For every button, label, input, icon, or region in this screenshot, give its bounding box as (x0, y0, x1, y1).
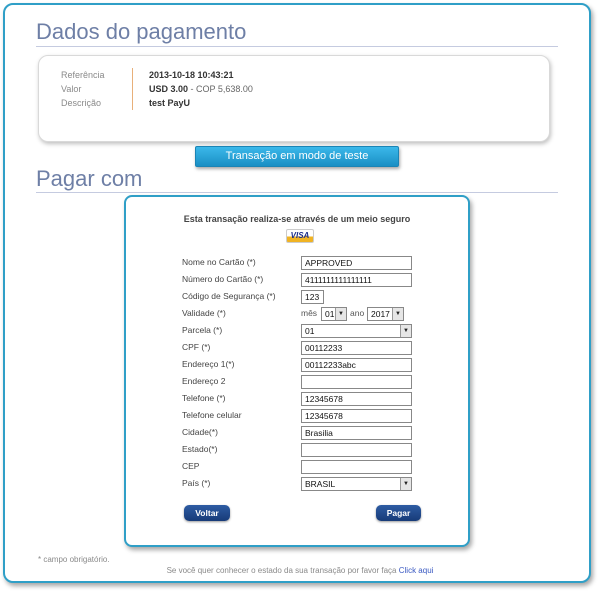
row-card-name: Nome no Cartão (*) APPROVED (182, 256, 422, 271)
address1-input[interactable]: 00112233abc (301, 358, 412, 372)
payment-details-title: Dados do pagamento (36, 19, 247, 44)
required-footnote: * campo obrigatório. (38, 555, 110, 564)
row-security-code: Código de Segurança (*) 123 (182, 290, 422, 305)
security-code-input[interactable]: 123 (301, 290, 324, 304)
zip-label: CEP (182, 461, 200, 471)
amount-value: USD 3.00 (149, 84, 189, 94)
row-cpf: CPF (*) 00112233 (182, 341, 422, 356)
address1-label: Endereço 1(*) (182, 359, 235, 369)
state-label: Estado(*) (182, 444, 218, 454)
installments-select[interactable]: 01 ▼ (301, 324, 412, 338)
visa-icon[interactable]: VISA (286, 229, 314, 243)
row-installments: Parcela (*) 01 ▼ (182, 324, 422, 339)
card-name-label: Nome no Cartão (*) (182, 257, 256, 267)
status-note-text: Se você quer conhecer o estado da sua tr… (166, 566, 399, 575)
state-input[interactable] (301, 443, 412, 457)
pay-with-rule (36, 192, 558, 193)
row-address1: Endereço 1(*) 00112233abc (182, 358, 422, 373)
card-name-input[interactable]: APPROVED (301, 256, 412, 270)
transaction-status-note: Se você quer conhecer o estado da sua tr… (0, 566, 600, 575)
reference-value: 2013-10-18 10:43:21 (149, 70, 234, 80)
expiry-label: Validade (*) (182, 308, 226, 318)
row-address2: Endereço 2 (182, 375, 422, 390)
pay-with-title: Pagar com (36, 166, 143, 191)
payment-form-card: Esta transação realiza-se através de um … (124, 195, 470, 547)
phone-label: Telefone (*) (182, 393, 226, 403)
label-reference: Referência (61, 70, 105, 80)
secure-note: Esta transação realiza-se através de um … (183, 214, 411, 224)
description-value: test PayU (149, 98, 191, 108)
chevron-down-icon: ▼ (392, 308, 403, 320)
cpf-label: CPF (*) (182, 342, 211, 352)
expiry-month-select[interactable]: 01 ▼ (321, 307, 347, 321)
chevron-down-icon: ▼ (400, 478, 411, 490)
amount-converted: - COP 5,638.00 (188, 84, 253, 94)
country-label: País (*) (182, 478, 211, 488)
chevron-down-icon: ▼ (335, 308, 346, 320)
mobile-label: Telefone celular (182, 410, 242, 420)
summary-divider (132, 68, 133, 110)
address2-label: Endereço 2 (182, 376, 226, 386)
row-state: Estado(*) (182, 443, 422, 458)
expiry-month-value: 01 (325, 309, 335, 319)
row-phone: Telefone (*) 12345678 (182, 392, 422, 407)
summary-labels: Referência Valor Descrição (61, 68, 131, 110)
phone-input[interactable]: 12345678 (301, 392, 412, 406)
country-select[interactable]: BRASIL ▼ (301, 477, 412, 491)
card-number-label: Número do Cartão (*) (182, 274, 264, 284)
card-number-input[interactable]: 4111111111111111 (301, 273, 412, 287)
pay-button[interactable]: Pagar (376, 505, 421, 521)
test-mode-badge: Transação em modo de teste (195, 146, 399, 167)
city-input[interactable]: Brasilia (301, 426, 412, 440)
label-amount: Valor (61, 84, 82, 94)
installments-label: Parcela (*) (182, 325, 223, 335)
row-country: País (*) BRASIL ▼ (182, 477, 422, 492)
row-city: Cidade(*) Brasilia (182, 426, 422, 441)
city-label: Cidade(*) (182, 427, 218, 437)
row-card-number: Número do Cartão (*) 4111111111111111 (182, 273, 422, 288)
summary-values: 2013-10-18 10:43:21 USD 3.00 - COP 5,638… (149, 68, 253, 110)
payment-details-rule (36, 46, 558, 47)
payment-summary-box: Referência Valor Descrição 2013-10-18 10… (38, 55, 550, 142)
expiry-year-value: 2017 (371, 309, 390, 319)
zip-input[interactable] (301, 460, 412, 474)
click-here-link[interactable]: Click aqui (399, 566, 434, 575)
row-expiry: Validade (*) mês 01 ▼ ano 2017 ▼ (182, 307, 422, 322)
cpf-input[interactable]: 00112233 (301, 341, 412, 355)
label-description: Descrição (61, 98, 102, 108)
country-value: BRASIL (305, 479, 336, 489)
mobile-input[interactable]: 12345678 (301, 409, 412, 423)
month-label: mês (301, 308, 318, 318)
back-button[interactable]: Voltar (184, 505, 230, 521)
address2-input[interactable] (301, 375, 412, 389)
expiry-year-select[interactable]: 2017 ▼ (367, 307, 404, 321)
installments-value: 01 (305, 326, 315, 336)
chevron-down-icon: ▼ (400, 325, 411, 337)
year-label: ano (350, 308, 365, 318)
row-zip: CEP (182, 460, 422, 475)
row-mobile: Telefone celular 12345678 (182, 409, 422, 424)
security-code-label: Código de Segurança (*) (182, 291, 276, 301)
